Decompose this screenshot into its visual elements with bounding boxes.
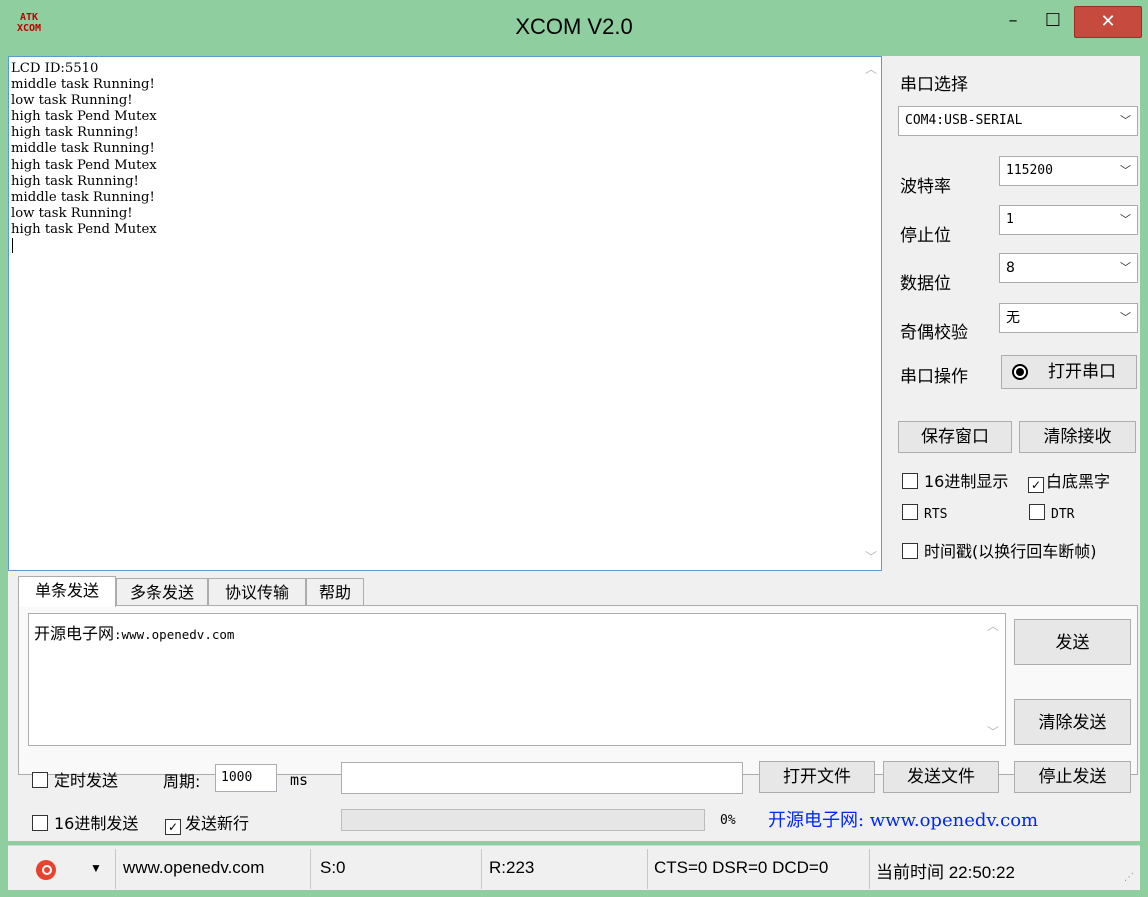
status-dropdown-icon[interactable]: ▼ bbox=[90, 861, 102, 875]
timestamp-option[interactable]: 时间戳(以换行回车断帧) bbox=[902, 538, 1097, 562]
data-bits-label: 数据位 bbox=[900, 274, 951, 294]
chevron-down-icon: ﹀ bbox=[1120, 311, 1131, 324]
tab-single-send[interactable]: 单条发送 bbox=[18, 576, 116, 607]
resize-grip-icon[interactable]: ⋰ bbox=[1124, 872, 1134, 883]
port-select[interactable]: COM4:USB-SERIAL ﹀ bbox=[898, 106, 1138, 136]
send-text: 开源电子网:www.openedv.com bbox=[34, 624, 235, 643]
record-icon bbox=[1012, 364, 1028, 380]
tab-protocol[interactable]: 协议传输 bbox=[208, 578, 306, 606]
app-window: ATK XCOM XCOM V2.0 – ☐ ✕ LCD ID:5510 mid… bbox=[0, 0, 1148, 897]
send-progress-bar bbox=[341, 809, 705, 831]
open-port-label: 打开串口 bbox=[1048, 362, 1116, 382]
baud-label: 波特率 bbox=[900, 177, 951, 197]
hex-send-label: 16进制发送 bbox=[54, 814, 139, 833]
minimize-button[interactable]: – bbox=[996, 6, 1030, 36]
data-bits-value: 8 bbox=[1006, 260, 1015, 276]
port-select-value: COM4:USB-SERIAL bbox=[905, 113, 1023, 128]
stop-bits-label: 停止位 bbox=[900, 226, 951, 246]
status-divider bbox=[310, 849, 311, 889]
send-file-button[interactable]: 发送文件 bbox=[883, 761, 999, 793]
send-scrollbar[interactable]: ︿ ﹀ bbox=[984, 617, 1002, 743]
chevron-down-icon: ﹀ bbox=[1120, 261, 1131, 274]
save-window-button[interactable]: 保存窗口 bbox=[898, 421, 1012, 453]
port-operation-label: 串口操作 bbox=[900, 367, 968, 387]
status-current-time: 当前时间 22:50:22 bbox=[876, 863, 1015, 882]
status-divider bbox=[647, 849, 648, 889]
send-newline-option[interactable]: ✓ 发送新行 bbox=[165, 810, 249, 835]
dtr-label: DTR bbox=[1051, 507, 1075, 522]
chevron-down-icon: ﹀ bbox=[1120, 114, 1131, 127]
timestamp-label: 时间戳(以换行回车断帧) bbox=[924, 542, 1097, 561]
white-bg-checkbox[interactable]: ✓ bbox=[1028, 477, 1044, 493]
progress-text: 0% bbox=[720, 813, 736, 828]
scroll-up-icon[interactable]: ︿ bbox=[862, 60, 880, 78]
parity-select[interactable]: 无 ﹀ bbox=[999, 303, 1138, 333]
baud-value: 115200 bbox=[1006, 163, 1053, 178]
data-bits-select[interactable]: 8 ﹀ bbox=[999, 253, 1138, 283]
stop-bits-value: 1 bbox=[1006, 212, 1014, 227]
chevron-down-icon: ﹀ bbox=[1120, 164, 1131, 177]
tab-multi-send[interactable]: 多条发送 bbox=[116, 578, 208, 606]
status-sent-count: S:0 bbox=[320, 858, 346, 877]
hex-display-option[interactable]: 16进制显示 bbox=[902, 468, 1008, 492]
timed-send-option[interactable]: 定时发送 bbox=[32, 767, 118, 791]
rts-label: RTS bbox=[924, 507, 948, 522]
status-divider bbox=[481, 849, 482, 889]
file-path-input[interactable] bbox=[341, 762, 743, 794]
dtr-checkbox[interactable] bbox=[1029, 504, 1045, 520]
white-bg-option[interactable]: ✓ 白底黑字 bbox=[1028, 468, 1110, 493]
maximize-button[interactable]: ☐ bbox=[1036, 6, 1070, 36]
status-url[interactable]: www.openedv.com bbox=[123, 858, 264, 878]
scroll-up-icon[interactable]: ︿ bbox=[984, 617, 1002, 635]
send-button[interactable]: 发送 bbox=[1014, 619, 1131, 665]
period-unit: ms bbox=[290, 771, 309, 789]
dtr-option[interactable]: DTR bbox=[1029, 503, 1074, 522]
chevron-down-icon: ﹀ bbox=[1120, 213, 1131, 226]
period-value: 1000 bbox=[221, 770, 253, 785]
rts-option[interactable]: RTS bbox=[902, 503, 947, 522]
send-newline-label: 发送新行 bbox=[185, 814, 250, 833]
timed-send-label: 定时发送 bbox=[54, 771, 119, 790]
scroll-down-icon[interactable]: ﹀ bbox=[862, 548, 880, 566]
receive-text: LCD ID:5510 middle task Running! low tas… bbox=[11, 61, 851, 561]
power-icon[interactable] bbox=[36, 860, 56, 880]
timed-send-checkbox[interactable] bbox=[32, 772, 48, 788]
status-divider bbox=[115, 849, 116, 889]
open-port-button[interactable]: 打开串口 bbox=[1001, 355, 1137, 389]
scroll-down-icon[interactable]: ﹀ bbox=[984, 723, 1002, 741]
close-button[interactable]: ✕ bbox=[1074, 6, 1142, 38]
receive-scrollbar[interactable]: ︿ ﹀ bbox=[862, 60, 880, 568]
white-bg-label: 白底黑字 bbox=[1046, 472, 1111, 491]
text-caret bbox=[12, 238, 13, 254]
baud-select[interactable]: 115200 ﹀ bbox=[999, 156, 1138, 186]
parity-value: 无 bbox=[1006, 310, 1020, 326]
parity-label: 奇偶校验 bbox=[900, 323, 968, 343]
status-line-states: CTS=0 DSR=0 DCD=0 bbox=[654, 858, 829, 877]
period-input[interactable]: 1000 bbox=[215, 764, 277, 792]
rts-checkbox[interactable] bbox=[902, 504, 918, 520]
status-received-count: R:223 bbox=[489, 858, 535, 877]
window-title: XCOM V2.0 bbox=[515, 14, 633, 39]
open-file-button[interactable]: 打开文件 bbox=[759, 761, 875, 793]
hex-display-checkbox[interactable] bbox=[902, 473, 918, 489]
hex-send-option[interactable]: 16进制发送 bbox=[32, 810, 138, 834]
status-divider bbox=[869, 849, 870, 889]
timestamp-checkbox[interactable] bbox=[902, 543, 918, 559]
clear-send-button[interactable]: 清除发送 bbox=[1014, 699, 1131, 745]
period-label: 周期: bbox=[163, 772, 201, 791]
send-newline-checkbox[interactable]: ✓ bbox=[165, 819, 181, 835]
stop-bits-select[interactable]: 1 ﹀ bbox=[999, 205, 1138, 235]
hex-send-checkbox[interactable] bbox=[32, 815, 48, 831]
title-bar[interactable]: ATK XCOM XCOM V2.0 – ☐ ✕ bbox=[0, 0, 1148, 56]
hex-display-label: 16进制显示 bbox=[924, 472, 1009, 491]
port-select-label: 串口选择 bbox=[900, 75, 968, 95]
clear-receive-button[interactable]: 清除接收 bbox=[1019, 421, 1136, 453]
tab-help[interactable]: 帮助 bbox=[306, 578, 364, 606]
stop-send-button[interactable]: 停止发送 bbox=[1014, 761, 1131, 793]
openedv-link[interactable]: 开源电子网: www.openedv.com bbox=[768, 806, 1038, 832]
